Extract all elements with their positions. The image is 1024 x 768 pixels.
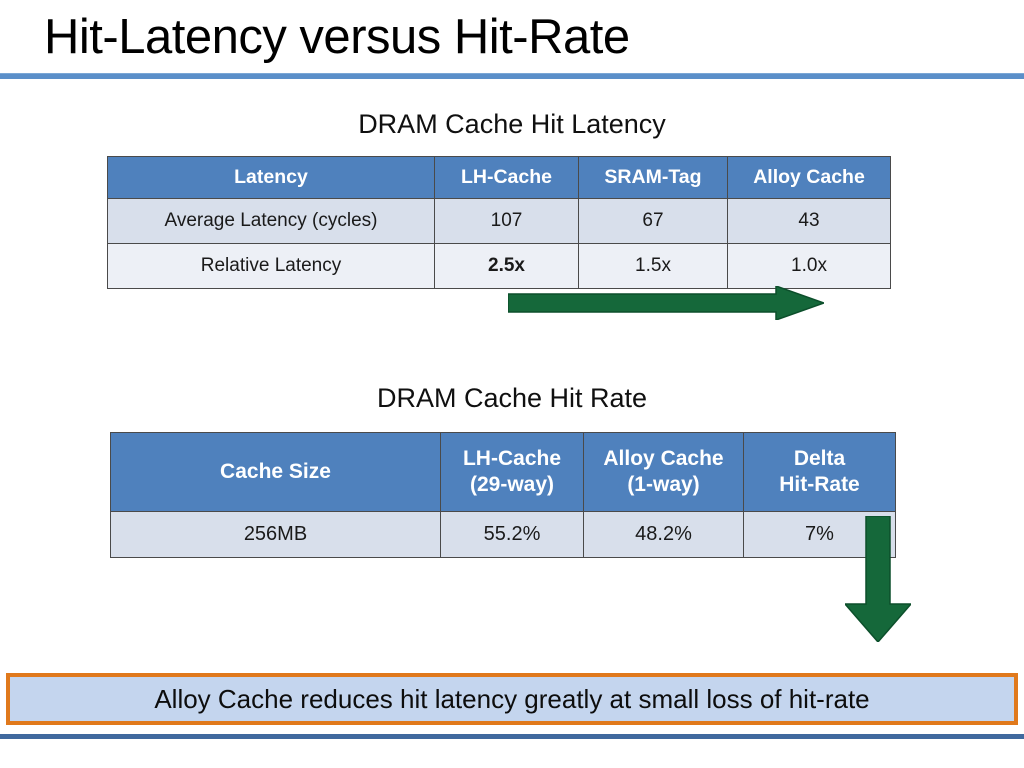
- col-header-alloy-cache-line2: (1-way): [627, 473, 700, 496]
- col-header-alloy-cache: Alloy Cache: [727, 156, 891, 199]
- slide-canvas: Hit-Latency versus Hit-Rate DRAM Cache H…: [0, 0, 1024, 768]
- cell-hitrate-alloy-cache: 48.2%: [583, 511, 744, 558]
- green-right-arrow: [508, 286, 824, 320]
- table-row: 256MB 55.2% 48.2% 7%: [110, 511, 896, 558]
- cell-hitrate-lh-cache: 55.2%: [440, 511, 584, 558]
- table-hit-rate: Cache Size LH-Cache (29-way) Alloy Cache…: [110, 432, 896, 558]
- title-divider: [0, 73, 1024, 79]
- row-label-cache-size-256mb: 256MB: [110, 511, 441, 558]
- footer-divider: [0, 734, 1024, 739]
- table-header-row: Latency LH-Cache SRAM-Tag Alloy Cache: [107, 156, 891, 199]
- col-header-cache-size-line1: Cache Size: [220, 460, 331, 483]
- col-header-delta-line2: Hit-Rate: [779, 473, 860, 496]
- col-header-lh-cache: LH-Cache: [434, 156, 579, 199]
- table-row: Average Latency (cycles) 107 67 43: [107, 198, 891, 244]
- table-row: Relative Latency 2.5x 1.5x 1.0x: [107, 243, 891, 289]
- table-header-row: Cache Size LH-Cache (29-way) Alloy Cache…: [110, 432, 896, 512]
- conclusion-banner: Alloy Cache reduces hit latency greatly …: [6, 673, 1018, 725]
- cell-avg-lh-cache: 107: [434, 198, 579, 244]
- col-header-lh-cache-29way: LH-Cache (29-way): [440, 432, 584, 512]
- conclusion-text: Alloy Cache reduces hit latency greatly …: [154, 684, 870, 714]
- cell-rel-alloy-cache: 1.0x: [727, 243, 891, 289]
- section-caption-hit-latency: DRAM Cache Hit Latency: [358, 109, 666, 139]
- col-header-lh-cache-line2: (29-way): [469, 473, 555, 496]
- col-header-lh-cache-line1: LH-Cache: [462, 447, 562, 470]
- col-header-latency: Latency: [107, 156, 435, 199]
- cell-avg-sram-tag: 67: [578, 198, 728, 244]
- cell-rel-lh-cache: 2.5x: [434, 243, 579, 289]
- col-header-delta-hit-rate: Delta Hit-Rate: [743, 432, 896, 512]
- section-caption-hit-rate: DRAM Cache Hit Rate: [376, 383, 648, 413]
- row-label-relative-latency: Relative Latency: [107, 243, 435, 289]
- cell-rel-sram-tag: 1.5x: [578, 243, 728, 289]
- col-header-alloy-cache-line1: Alloy Cache: [603, 447, 724, 470]
- col-header-cache-size: Cache Size: [110, 432, 441, 512]
- page-title: Hit-Latency versus Hit-Rate: [44, 10, 630, 64]
- col-header-alloy-cache-1way: Alloy Cache (1-way): [583, 432, 744, 512]
- row-label-average-latency: Average Latency (cycles): [107, 198, 435, 244]
- table-hit-latency: Latency LH-Cache SRAM-Tag Alloy Cache Av…: [107, 156, 891, 289]
- green-down-arrow: [845, 516, 911, 642]
- col-header-sram-tag: SRAM-Tag: [578, 156, 728, 199]
- col-header-delta-line1: Delta: [793, 447, 846, 470]
- cell-avg-alloy-cache: 43: [727, 198, 891, 244]
